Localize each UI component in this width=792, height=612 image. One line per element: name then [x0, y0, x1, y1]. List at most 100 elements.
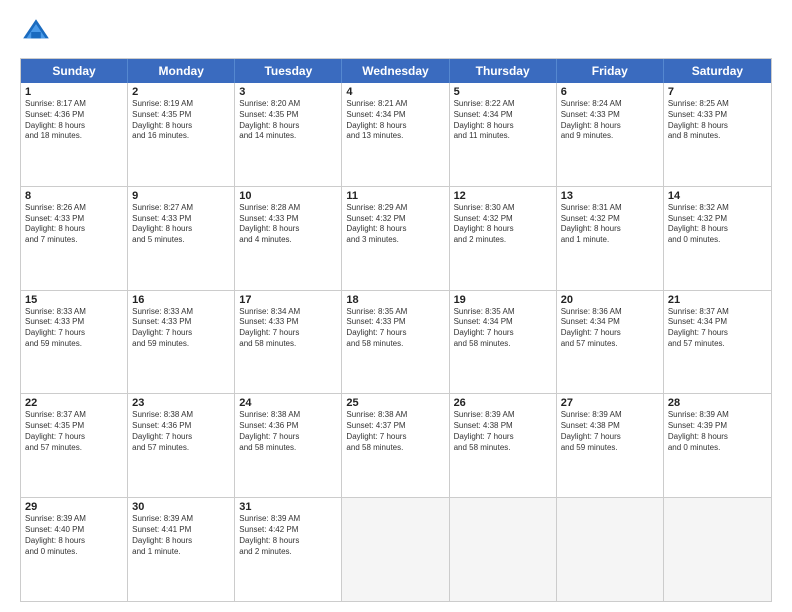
day-cell-21: 21Sunrise: 8:37 AMSunset: 4:34 PMDayligh…: [664, 291, 771, 394]
day-number: 9: [132, 190, 230, 202]
empty-cell: [450, 498, 557, 601]
week-row-4: 22Sunrise: 8:37 AMSunset: 4:35 PMDayligh…: [21, 394, 771, 498]
empty-cell: [664, 498, 771, 601]
day-info: Sunrise: 8:39 AMSunset: 4:41 PMDaylight:…: [132, 514, 230, 557]
header: [20, 16, 772, 48]
day-number: 17: [239, 294, 337, 306]
day-number: 14: [668, 190, 767, 202]
calendar: SundayMondayTuesdayWednesdayThursdayFrid…: [20, 58, 772, 602]
day-number: 11: [346, 190, 444, 202]
day-number: 4: [346, 86, 444, 98]
day-cell-15: 15Sunrise: 8:33 AMSunset: 4:33 PMDayligh…: [21, 291, 128, 394]
day-info: Sunrise: 8:17 AMSunset: 4:36 PMDaylight:…: [25, 99, 123, 142]
day-number: 21: [668, 294, 767, 306]
day-info: Sunrise: 8:28 AMSunset: 4:33 PMDaylight:…: [239, 203, 337, 246]
day-info: Sunrise: 8:30 AMSunset: 4:32 PMDaylight:…: [454, 203, 552, 246]
page: SundayMondayTuesdayWednesdayThursdayFrid…: [0, 0, 792, 612]
day-number: 18: [346, 294, 444, 306]
logo: [20, 16, 56, 48]
day-cell-14: 14Sunrise: 8:32 AMSunset: 4:32 PMDayligh…: [664, 187, 771, 290]
day-number: 7: [668, 86, 767, 98]
day-cell-27: 27Sunrise: 8:39 AMSunset: 4:38 PMDayligh…: [557, 394, 664, 497]
header-day-sunday: Sunday: [21, 59, 128, 83]
day-number: 20: [561, 294, 659, 306]
day-info: Sunrise: 8:24 AMSunset: 4:33 PMDaylight:…: [561, 99, 659, 142]
day-cell-3: 3Sunrise: 8:20 AMSunset: 4:35 PMDaylight…: [235, 83, 342, 186]
day-info: Sunrise: 8:34 AMSunset: 4:33 PMDaylight:…: [239, 307, 337, 350]
day-number: 12: [454, 190, 552, 202]
day-cell-26: 26Sunrise: 8:39 AMSunset: 4:38 PMDayligh…: [450, 394, 557, 497]
logo-icon: [20, 16, 52, 48]
week-row-3: 15Sunrise: 8:33 AMSunset: 4:33 PMDayligh…: [21, 291, 771, 395]
day-cell-1: 1Sunrise: 8:17 AMSunset: 4:36 PMDaylight…: [21, 83, 128, 186]
day-cell-16: 16Sunrise: 8:33 AMSunset: 4:33 PMDayligh…: [128, 291, 235, 394]
day-number: 10: [239, 190, 337, 202]
empty-cell: [342, 498, 449, 601]
header-day-tuesday: Tuesday: [235, 59, 342, 83]
day-info: Sunrise: 8:33 AMSunset: 4:33 PMDaylight:…: [25, 307, 123, 350]
day-number: 19: [454, 294, 552, 306]
calendar-header: SundayMondayTuesdayWednesdayThursdayFrid…: [21, 59, 771, 83]
day-cell-6: 6Sunrise: 8:24 AMSunset: 4:33 PMDaylight…: [557, 83, 664, 186]
day-info: Sunrise: 8:22 AMSunset: 4:34 PMDaylight:…: [454, 99, 552, 142]
day-number: 28: [668, 397, 767, 409]
day-info: Sunrise: 8:39 AMSunset: 4:38 PMDaylight:…: [454, 410, 552, 453]
day-cell-8: 8Sunrise: 8:26 AMSunset: 4:33 PMDaylight…: [21, 187, 128, 290]
day-cell-31: 31Sunrise: 8:39 AMSunset: 4:42 PMDayligh…: [235, 498, 342, 601]
day-info: Sunrise: 8:35 AMSunset: 4:34 PMDaylight:…: [454, 307, 552, 350]
day-info: Sunrise: 8:25 AMSunset: 4:33 PMDaylight:…: [668, 99, 767, 142]
day-number: 8: [25, 190, 123, 202]
day-cell-11: 11Sunrise: 8:29 AMSunset: 4:32 PMDayligh…: [342, 187, 449, 290]
day-number: 22: [25, 397, 123, 409]
header-day-monday: Monday: [128, 59, 235, 83]
day-info: Sunrise: 8:39 AMSunset: 4:42 PMDaylight:…: [239, 514, 337, 557]
week-row-1: 1Sunrise: 8:17 AMSunset: 4:36 PMDaylight…: [21, 83, 771, 187]
day-cell-17: 17Sunrise: 8:34 AMSunset: 4:33 PMDayligh…: [235, 291, 342, 394]
day-number: 3: [239, 86, 337, 98]
day-cell-12: 12Sunrise: 8:30 AMSunset: 4:32 PMDayligh…: [450, 187, 557, 290]
day-cell-24: 24Sunrise: 8:38 AMSunset: 4:36 PMDayligh…: [235, 394, 342, 497]
day-number: 2: [132, 86, 230, 98]
day-cell-4: 4Sunrise: 8:21 AMSunset: 4:34 PMDaylight…: [342, 83, 449, 186]
day-cell-13: 13Sunrise: 8:31 AMSunset: 4:32 PMDayligh…: [557, 187, 664, 290]
header-day-thursday: Thursday: [450, 59, 557, 83]
empty-cell: [557, 498, 664, 601]
day-info: Sunrise: 8:35 AMSunset: 4:33 PMDaylight:…: [346, 307, 444, 350]
day-cell-19: 19Sunrise: 8:35 AMSunset: 4:34 PMDayligh…: [450, 291, 557, 394]
day-number: 1: [25, 86, 123, 98]
day-number: 30: [132, 501, 230, 513]
day-cell-9: 9Sunrise: 8:27 AMSunset: 4:33 PMDaylight…: [128, 187, 235, 290]
week-row-2: 8Sunrise: 8:26 AMSunset: 4:33 PMDaylight…: [21, 187, 771, 291]
header-day-saturday: Saturday: [664, 59, 771, 83]
header-day-wednesday: Wednesday: [342, 59, 449, 83]
day-info: Sunrise: 8:32 AMSunset: 4:32 PMDaylight:…: [668, 203, 767, 246]
day-info: Sunrise: 8:21 AMSunset: 4:34 PMDaylight:…: [346, 99, 444, 142]
header-day-friday: Friday: [557, 59, 664, 83]
day-number: 29: [25, 501, 123, 513]
day-info: Sunrise: 8:26 AMSunset: 4:33 PMDaylight:…: [25, 203, 123, 246]
day-number: 31: [239, 501, 337, 513]
day-info: Sunrise: 8:29 AMSunset: 4:32 PMDaylight:…: [346, 203, 444, 246]
day-number: 16: [132, 294, 230, 306]
day-cell-29: 29Sunrise: 8:39 AMSunset: 4:40 PMDayligh…: [21, 498, 128, 601]
day-info: Sunrise: 8:36 AMSunset: 4:34 PMDaylight:…: [561, 307, 659, 350]
day-cell-22: 22Sunrise: 8:37 AMSunset: 4:35 PMDayligh…: [21, 394, 128, 497]
day-info: Sunrise: 8:38 AMSunset: 4:36 PMDaylight:…: [239, 410, 337, 453]
day-cell-30: 30Sunrise: 8:39 AMSunset: 4:41 PMDayligh…: [128, 498, 235, 601]
calendar-body: 1Sunrise: 8:17 AMSunset: 4:36 PMDaylight…: [21, 83, 771, 601]
day-info: Sunrise: 8:37 AMSunset: 4:34 PMDaylight:…: [668, 307, 767, 350]
day-cell-5: 5Sunrise: 8:22 AMSunset: 4:34 PMDaylight…: [450, 83, 557, 186]
day-number: 23: [132, 397, 230, 409]
day-info: Sunrise: 8:38 AMSunset: 4:36 PMDaylight:…: [132, 410, 230, 453]
day-cell-23: 23Sunrise: 8:38 AMSunset: 4:36 PMDayligh…: [128, 394, 235, 497]
day-info: Sunrise: 8:20 AMSunset: 4:35 PMDaylight:…: [239, 99, 337, 142]
day-number: 13: [561, 190, 659, 202]
day-info: Sunrise: 8:37 AMSunset: 4:35 PMDaylight:…: [25, 410, 123, 453]
day-number: 25: [346, 397, 444, 409]
day-number: 26: [454, 397, 552, 409]
day-cell-28: 28Sunrise: 8:39 AMSunset: 4:39 PMDayligh…: [664, 394, 771, 497]
day-cell-7: 7Sunrise: 8:25 AMSunset: 4:33 PMDaylight…: [664, 83, 771, 186]
week-row-5: 29Sunrise: 8:39 AMSunset: 4:40 PMDayligh…: [21, 498, 771, 601]
day-number: 24: [239, 397, 337, 409]
day-info: Sunrise: 8:39 AMSunset: 4:39 PMDaylight:…: [668, 410, 767, 453]
